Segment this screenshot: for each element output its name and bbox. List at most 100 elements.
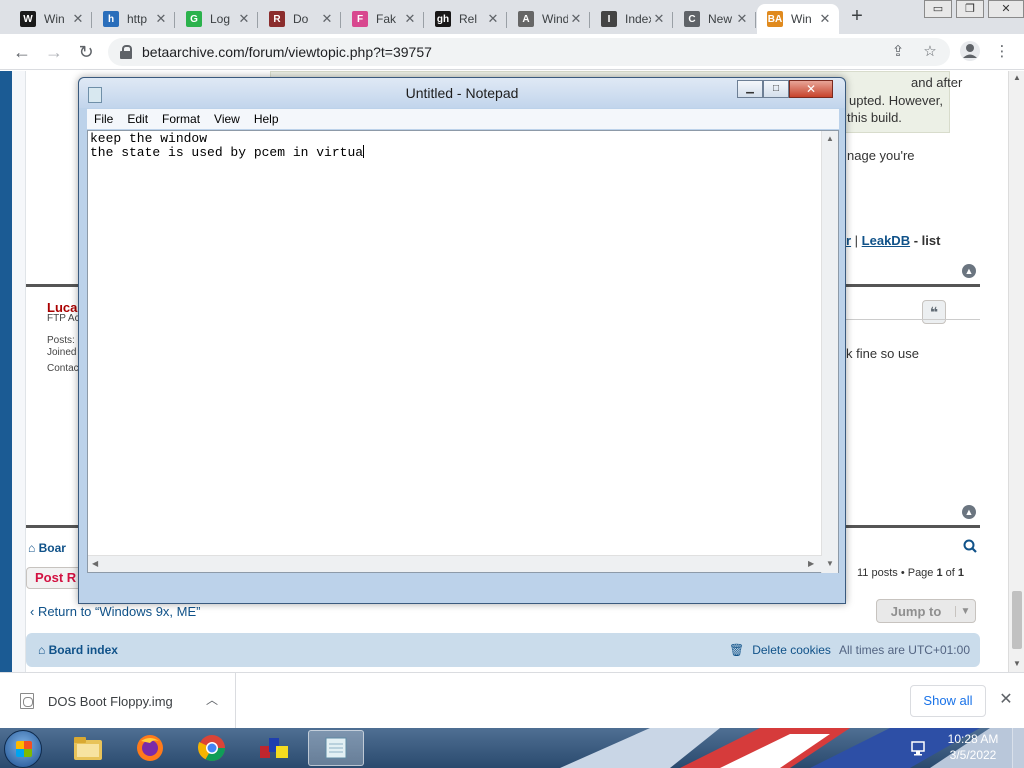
horizontal-scrollbar[interactable]: ◀ ▶ xyxy=(88,555,822,572)
menu-help[interactable]: Help xyxy=(247,112,286,126)
editor-line[interactable]: the state is used by pcem in virtua xyxy=(90,145,363,160)
menu-file[interactable]: File xyxy=(87,112,120,126)
delete-cookies-link[interactable]: Delete cookies xyxy=(752,643,831,657)
tab-title[interactable]: http xyxy=(127,12,153,26)
leakdb-link[interactable]: LeakDB xyxy=(862,233,910,248)
browser-tab[interactable]: I Index o✕ xyxy=(591,4,673,34)
start-button[interactable] xyxy=(4,730,42,768)
restore-button[interactable]: ❐ xyxy=(956,0,984,18)
quote-button[interactable]: ❝ xyxy=(922,300,946,324)
scroll-up-icon[interactable]: ▲ xyxy=(826,134,834,143)
lock-icon[interactable] xyxy=(120,45,132,59)
trash-icon[interactable]: 🗑 xyxy=(729,643,744,657)
show-all-button[interactable]: Show all xyxy=(910,685,986,717)
tab-close-icon[interactable]: ✕ xyxy=(319,11,335,27)
text-editor[interactable]: keep the window the state is used by pcem… xyxy=(87,130,839,573)
back-icon[interactable]: ← xyxy=(10,40,34,64)
minimize-button[interactable]: ▭ xyxy=(924,0,952,18)
breadcrumb-label[interactable]: Boar xyxy=(39,541,66,555)
download-file-name[interactable]: DOS Boot Floppy.img xyxy=(48,694,173,709)
back-to-top-icon[interactable]: ▲ xyxy=(962,505,976,519)
menu-edit[interactable]: Edit xyxy=(120,112,155,126)
scroll-up-icon[interactable]: ▲ xyxy=(1009,71,1024,85)
tab-close-icon[interactable]: ✕ xyxy=(651,11,667,27)
notepad-titlebar[interactable]: Untitled - Notepad ▁ □ ✕ xyxy=(79,78,845,108)
forward-icon[interactable]: → xyxy=(42,40,66,64)
chrome-icon[interactable] xyxy=(184,730,240,766)
tab-close-icon[interactable]: ✕ xyxy=(817,11,833,27)
tab-close-icon[interactable]: ✕ xyxy=(485,11,501,27)
new-tab-button[interactable]: + xyxy=(846,6,868,28)
board-index-link[interactable]: ⌂ Board index xyxy=(38,643,118,657)
file-explorer-icon[interactable] xyxy=(60,730,116,766)
tab-close-icon[interactable]: ✕ xyxy=(402,11,418,27)
browser-menu-icon[interactable]: ⋮ xyxy=(990,40,1014,64)
vertical-scrollbar[interactable]: ▲ ▼ xyxy=(821,131,838,573)
browser-tab[interactable]: A Windo✕ xyxy=(508,4,590,34)
search-icon[interactable] xyxy=(963,539,977,553)
share-icon[interactable]: ⇪ xyxy=(886,40,910,64)
tab-close-icon[interactable]: ✕ xyxy=(70,11,86,27)
chevron-up-icon[interactable]: ︿ xyxy=(206,691,218,708)
url-text[interactable]: betaarchive.com/forum/viewtopic.php?t=39… xyxy=(142,44,432,60)
tab-title[interactable]: Rel xyxy=(459,12,485,26)
browser-tab[interactable]: G Log ✕ xyxy=(176,4,258,34)
tab-close-icon[interactable]: ✕ xyxy=(236,11,252,27)
return-link[interactable]: ‹ Return to “Windows 9x, ME” xyxy=(30,604,201,619)
minimize-button[interactable]: ▁ xyxy=(737,80,763,98)
browser-tab[interactable]: BA Win ✕ xyxy=(757,4,839,34)
browser-tab[interactable]: W Win ✕ xyxy=(10,4,92,34)
tab-title[interactable]: Fak xyxy=(376,12,402,26)
address-bar[interactable]: betaarchive.com/forum/viewtopic.php?t=39… xyxy=(108,38,950,66)
tab-close-icon[interactable]: ✕ xyxy=(734,11,750,27)
back-to-top-icon[interactable]: ▲ xyxy=(962,264,976,278)
editor-line[interactable]: keep the window xyxy=(90,132,364,145)
tab-title[interactable]: Log xyxy=(210,12,236,26)
close-icon[interactable]: ✕ xyxy=(996,689,1016,709)
notepad-taskbar-button[interactable] xyxy=(308,730,364,766)
chevron-down-icon[interactable]: ▼ xyxy=(955,605,975,617)
tab-close-icon[interactable]: ✕ xyxy=(568,11,584,27)
browser-tab[interactable]: gh Rel ✕ xyxy=(425,4,507,34)
profile-avatar-icon[interactable] xyxy=(958,40,982,64)
tab-title[interactable]: Win xyxy=(791,12,817,26)
scroll-left-icon[interactable]: ◀ xyxy=(92,559,98,568)
scroll-thumb[interactable] xyxy=(1012,591,1022,649)
editor-line-with-caret[interactable]: the state is used by pcem in virtua xyxy=(90,145,365,160)
page-scrollbar[interactable]: ▲ ▼ xyxy=(1008,71,1024,672)
scroll-down-icon[interactable]: ▼ xyxy=(1009,657,1024,671)
reload-icon[interactable]: ↻ xyxy=(74,40,98,64)
maximize-button[interactable]: □ xyxy=(763,80,789,98)
firefox-icon[interactable] xyxy=(122,730,178,766)
browser-tab[interactable]: C New Ta✕ xyxy=(674,4,756,34)
scroll-right-icon[interactable]: ▶ xyxy=(808,559,814,568)
tab-title[interactable]: Do xyxy=(293,12,319,26)
clock-time[interactable]: 10:28 AM xyxy=(940,731,1006,747)
scroll-down-icon[interactable]: ▼ xyxy=(826,559,834,568)
tab-title[interactable]: Windo xyxy=(542,12,568,26)
close-window-button[interactable]: ✕ xyxy=(988,0,1024,18)
breadcrumb[interactable]: ⌂ Boar xyxy=(28,541,66,555)
clock-date[interactable]: 3/5/2022 xyxy=(940,747,1006,763)
menu-format[interactable]: Format xyxy=(155,112,207,126)
tab-title[interactable]: Index o xyxy=(625,12,651,26)
browser-tab[interactable]: h http ✕ xyxy=(93,4,175,34)
menu-view[interactable]: View xyxy=(207,112,247,126)
network-icon[interactable] xyxy=(910,739,928,757)
browser-tab[interactable]: R Do ✕ xyxy=(259,4,341,34)
jump-to-dropdown[interactable]: Jump to ▼ xyxy=(876,599,976,623)
clock[interactable]: 10:28 AM 3/5/2022 xyxy=(940,731,1006,763)
post-reply-button[interactable]: Post R xyxy=(26,567,86,589)
tab-title[interactable]: Win xyxy=(44,12,70,26)
winrar-icon[interactable] xyxy=(246,730,302,766)
close-button[interactable]: ✕ xyxy=(789,80,833,98)
browser-tab[interactable]: F Fak ✕ xyxy=(342,4,424,34)
show-desktop-button[interactable] xyxy=(1012,728,1024,768)
editor-content[interactable]: keep the window the state is used by pcem… xyxy=(90,132,365,160)
jump-to-label[interactable]: Jump to xyxy=(877,604,955,619)
tab-title[interactable]: New Ta xyxy=(708,12,734,26)
bookmark-star-icon[interactable]: ☆ xyxy=(918,40,942,64)
tab-close-icon[interactable]: ✕ xyxy=(153,11,169,27)
board-index-label[interactable]: Board index xyxy=(49,643,118,657)
download-item[interactable]: DOS Boot Floppy.img ︿ xyxy=(0,673,236,729)
